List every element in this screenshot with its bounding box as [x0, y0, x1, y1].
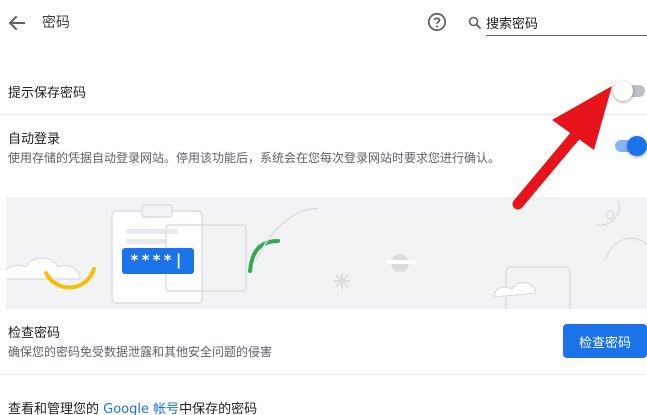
annotation-arrow: [512, 86, 612, 210]
